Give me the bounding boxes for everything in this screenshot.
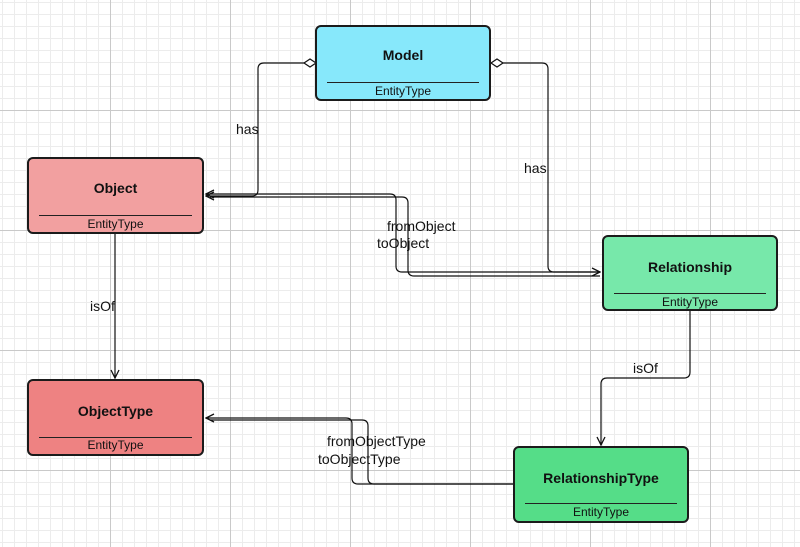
model-title: Model [382, 47, 424, 63]
model-entity[interactable]: Model EntityType [315, 25, 491, 101]
edge-label-from-objecttype: fromObjectType [327, 433, 426, 449]
relationshiptype-entity[interactable]: RelationshipType EntityType [513, 446, 689, 523]
model-subtitle: EntityType [374, 84, 432, 98]
edge-model-relationship [503, 62, 600, 272]
objecttype-subtitle: EntityType [87, 438, 144, 452]
relationship-subtitle: EntityType [661, 295, 719, 309]
edge-label-to-objecttype: toObjectType [318, 451, 401, 467]
object-entity[interactable]: Object EntityType [27, 157, 204, 234]
aggregation-diamond-model-right [489, 58, 505, 68]
edge-label-to-object: toObject [377, 235, 430, 251]
relationship-title: Relationship [647, 259, 732, 275]
relationshiptype-subtitle: EntityType [572, 505, 630, 519]
edge-label-relationship-isof: isOf [633, 360, 658, 376]
object-subtitle: EntityType [87, 217, 144, 231]
object-divider [39, 215, 192, 216]
edge-label-object-isof: isOf [90, 298, 115, 314]
edge-label-from-object: fromObject [387, 218, 456, 234]
model-divider [327, 82, 479, 83]
edge-label-model-object-has: has [236, 121, 259, 137]
relationship-entity[interactable]: Relationship EntityType [602, 235, 778, 311]
relationship-divider [614, 293, 766, 294]
relationshiptype-divider [525, 503, 677, 504]
objecttype-title: ObjectType [77, 403, 154, 419]
relationshiptype-title: RelationshipType [543, 470, 659, 486]
object-title: Object [93, 180, 138, 196]
objecttype-entity[interactable]: ObjectType EntityType [27, 379, 204, 456]
edge-relationship-relationshiptype [601, 311, 691, 445]
edge-label-model-relationship-has: has [524, 160, 547, 176]
